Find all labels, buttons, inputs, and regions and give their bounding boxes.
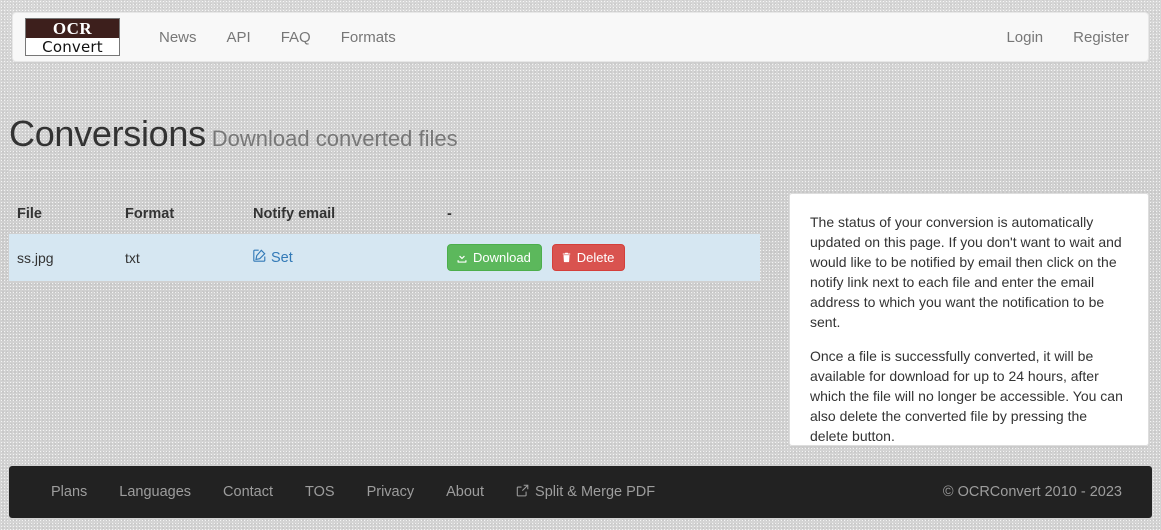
footer-link-split-merge-pdf[interactable]: Split & Merge PDF <box>500 484 671 501</box>
pencil-square-icon <box>253 249 266 266</box>
account-nav: Login Register <box>991 13 1144 61</box>
download-button-label: Download <box>473 250 531 265</box>
trash-icon <box>561 251 572 264</box>
nav-item-news[interactable]: News <box>144 13 212 61</box>
page-title: Conversions Download converted files <box>9 112 1152 161</box>
external-link-icon <box>516 484 529 501</box>
info-paragraph-status: The status of your conversion is automat… <box>810 214 1122 330</box>
column-header-notify-email: Notify email <box>253 206 336 222</box>
cell-notify-email: Set <box>245 234 439 281</box>
brand-logo[interactable]: OCR Convert <box>25 18 120 56</box>
delete-button[interactable]: Delete <box>551 244 626 271</box>
footer-link-languages[interactable]: Languages <box>103 484 207 500</box>
conversions-table: File Format Notify email - ss.jpg txt Se… <box>9 198 760 281</box>
footer-link-split-merge-pdf-label: Split & Merge PDF <box>535 484 656 500</box>
download-button[interactable]: Download <box>447 244 542 271</box>
nav-item-register[interactable]: Register <box>1058 13 1144 61</box>
cell-format: txt <box>125 249 140 266</box>
nav-item-formats[interactable]: Formats <box>326 13 411 61</box>
table-body: ss.jpg txt Set Download Delete <box>9 234 760 281</box>
info-paragraph-retention: Once a file is successfully converted, i… <box>810 348 1123 444</box>
column-header-actions: - <box>447 206 452 222</box>
column-header-format: Format <box>125 206 175 222</box>
table-header-row: File Format Notify email - <box>9 198 760 234</box>
column-header-file: File <box>17 206 42 222</box>
nav-item-faq[interactable]: FAQ <box>266 13 326 61</box>
primary-nav: News API FAQ Formats <box>144 13 411 61</box>
page-footer: Plans Languages Contact TOS Privacy Abou… <box>9 466 1152 518</box>
page-title-text: Conversions <box>9 113 206 154</box>
footer-copyright: © OCRConvert 2010 - 2023 <box>942 484 1122 500</box>
page-header: Conversions Download converted files <box>9 112 1152 171</box>
footer-link-about[interactable]: About <box>430 484 500 500</box>
table-head: File Format Notify email - <box>9 198 760 234</box>
conversions-table-wrapper: File Format Notify email - ss.jpg txt Se… <box>9 198 760 281</box>
brand-logo-top-text: OCR <box>26 19 119 38</box>
footer-link-contact[interactable]: Contact <box>207 484 289 500</box>
nav-item-login[interactable]: Login <box>991 13 1058 61</box>
set-notify-email-label: Set <box>271 249 293 266</box>
cell-actions: Download Delete <box>439 234 760 281</box>
footer-link-plans[interactable]: Plans <box>35 484 103 500</box>
footer-link-privacy[interactable]: Privacy <box>351 484 431 500</box>
set-notify-email-link[interactable]: Set <box>253 249 293 266</box>
download-icon <box>456 251 468 264</box>
nav-item-api[interactable]: API <box>212 13 266 61</box>
delete-button-label: Delete <box>576 250 615 265</box>
brand-logo-bottom-text: Convert <box>26 38 119 55</box>
page-subtitle: Download converted files <box>211 126 458 151</box>
cell-file-name: ss.jpg <box>17 249 54 266</box>
info-panel: The status of your conversion is automat… <box>789 193 1149 446</box>
top-navbar: OCR Convert News API FAQ Formats Login R… <box>12 12 1149 62</box>
footer-link-tos[interactable]: TOS <box>289 484 351 500</box>
table-row: ss.jpg txt Set Download Delete <box>9 234 760 281</box>
footer-nav: Plans Languages Contact TOS Privacy Abou… <box>35 484 671 501</box>
